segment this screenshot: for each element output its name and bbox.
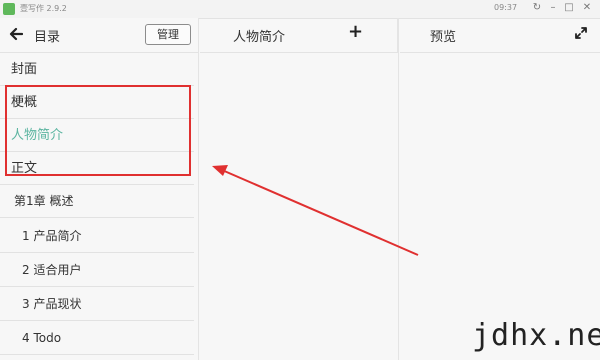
sidebar-title: 目录 [34,30,61,45]
list-item[interactable]: 3 产品现状 [0,287,194,321]
editor-header: 人物简介 + [200,18,398,53]
watermark-text: jdhx.net [472,318,600,353]
preview-area [400,53,600,360]
annotation-highlight-box [5,85,191,176]
back-arrow-icon[interactable] [9,27,23,41]
plus-icon[interactable]: + [348,23,363,41]
chapter-item[interactable]: 第1章 概述 [0,185,194,218]
preview-header: 预览 [400,18,600,53]
manage-button[interactable]: 管理 [145,24,191,45]
title-bar: 壹写作 2.9.2 09:37 ↻ – □ ✕ [0,0,600,19]
app-title: 壹写作 2.9.2 [20,4,67,13]
expand-icon[interactable] [573,25,589,41]
document-title: 人物简介 [233,30,286,45]
refresh-icon[interactable]: ↻ [530,1,544,15]
list-item[interactable]: 1 产品简介 [0,219,194,253]
app-window: 壹写作 2.9.2 09:37 ↻ – □ ✕ 目录 管理 封面 梗概 人物简介… [0,0,600,360]
list-item[interactable]: 4 Todo [0,321,194,355]
list-item[interactable]: 2 适合用户 [0,253,194,287]
app-logo-icon [3,3,15,15]
minimize-icon[interactable]: – [546,1,560,15]
preview-title: 预览 [430,30,457,45]
section-item-cover[interactable]: 封面 [0,53,194,86]
close-icon[interactable]: ✕ [580,1,594,15]
sidebar: 目录 管理 封面 梗概 人物简介 正文 第1章 概述 1 产品简介 2 适合用户… [0,18,198,360]
clock: 09:37 [494,3,518,12]
editor-area[interactable] [200,53,398,360]
maximize-icon[interactable]: □ [562,1,576,15]
sidebar-header: 目录 管理 [0,18,198,53]
